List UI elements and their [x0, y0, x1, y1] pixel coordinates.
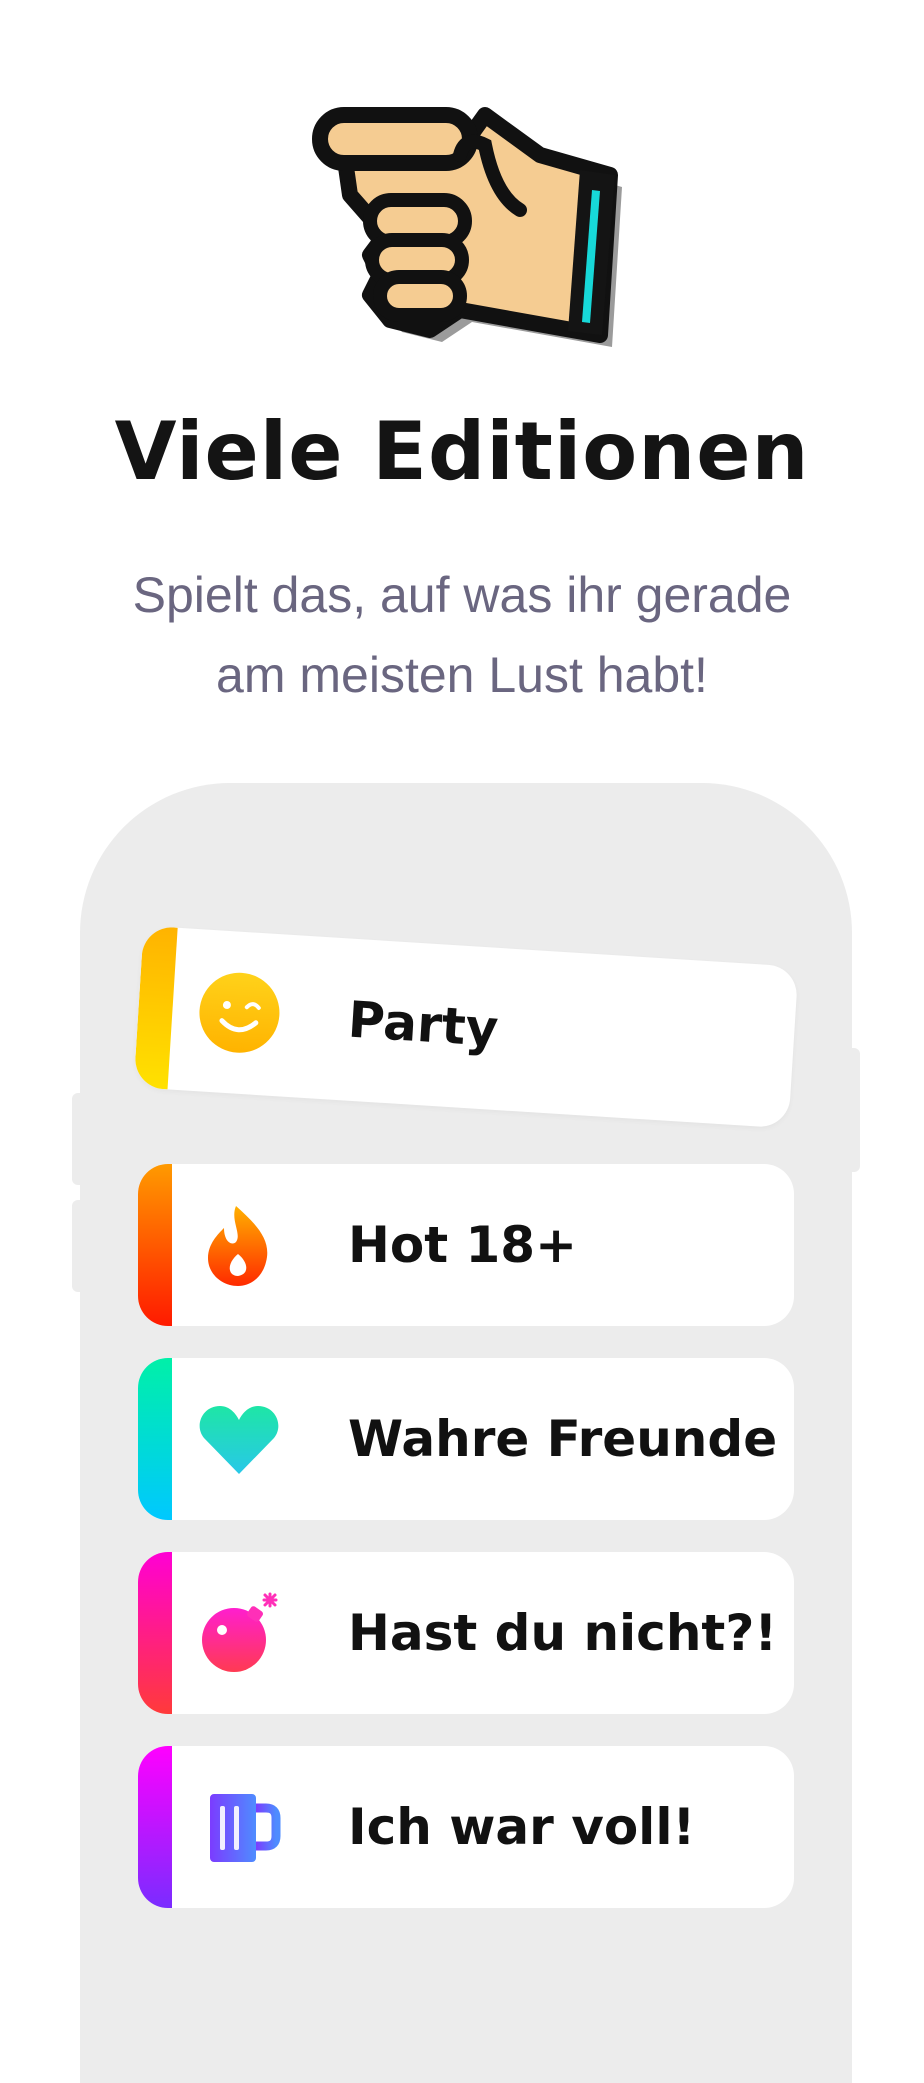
subtitle-line-1: Spielt das, auf was ihr gerade: [132, 567, 792, 623]
subtitle-line-2: am meisten Lust habt!: [216, 647, 708, 703]
edition-accent-stripe: [138, 1746, 172, 1908]
phone-volume-down-button: [72, 1200, 86, 1292]
edition-label: Hot 18+: [348, 1216, 577, 1274]
edition-card-ich-war-voll[interactable]: Ich war voll!: [138, 1746, 794, 1908]
flame-icon: [196, 1202, 282, 1288]
page-title: Viele Editionen: [114, 405, 810, 498]
page-subtitle: Spielt das, auf was ihr gerade am meiste…: [60, 555, 864, 715]
pointing-hand-icon: [310, 95, 640, 355]
phone-power-button: [846, 1048, 860, 1172]
edition-label: Wahre Freunde: [348, 1410, 778, 1468]
edition-accent-stripe: [138, 1552, 172, 1714]
edition-card-hot[interactable]: Hot 18+: [138, 1164, 794, 1326]
edition-label: Party: [346, 990, 500, 1058]
beer-mug-icon: [196, 1784, 282, 1870]
winking-smiley-icon: [194, 967, 285, 1058]
edition-accent-stripe: [138, 1164, 172, 1326]
edition-accent-stripe: [138, 1358, 172, 1520]
bomb-icon: [196, 1590, 282, 1676]
edition-label: Ich war voll!: [348, 1798, 696, 1856]
edition-card-wahre-freunde[interactable]: Wahre Freunde: [138, 1358, 794, 1520]
phone-volume-up-button: [72, 1093, 86, 1185]
heart-icon: [196, 1396, 282, 1482]
edition-label: Hast du nicht?!: [348, 1604, 778, 1662]
edition-card-hast-du-nicht[interactable]: Hast du nicht?!: [138, 1552, 794, 1714]
